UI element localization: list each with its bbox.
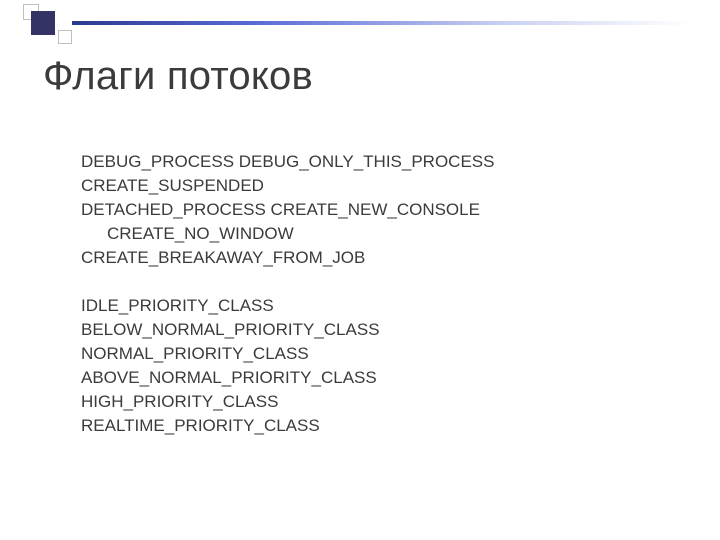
slide: Флаги потоков DEBUG_PROCESS DEBUG_ONLY_T…	[0, 0, 720, 540]
flag-line-continuation: CREATE_NO_WINDOW	[81, 222, 660, 246]
decor-square-filled	[31, 11, 55, 35]
flag-line: NORMAL_PRIORITY_CLASS	[81, 342, 660, 366]
flag-line: DETACHED_PROCESS CREATE_NEW_CONSOLE	[81, 198, 660, 222]
flag-line: IDLE_PRIORITY_CLASS	[81, 294, 660, 318]
flag-line: BELOW_NORMAL_PRIORITY_CLASS	[81, 318, 660, 342]
decor-square-small-bottom	[58, 30, 72, 44]
blank-line	[81, 270, 660, 294]
flag-line: HIGH_PRIORITY_CLASS	[81, 390, 660, 414]
flag-line: CREATE_BREAKAWAY_FROM_JOB	[81, 246, 660, 270]
decor-rule	[72, 21, 690, 25]
flag-line: CREATE_SUSPENDED	[81, 174, 660, 198]
flag-line: ABOVE_NORMAL_PRIORITY_CLASS	[81, 366, 660, 390]
flag-line: DEBUG_PROCESS DEBUG_ONLY_THIS_PROCESS	[81, 150, 660, 174]
flag-line: REALTIME_PRIORITY_CLASS	[81, 414, 660, 438]
slide-title: Флаги потоков	[43, 54, 313, 99]
slide-body: DEBUG_PROCESS DEBUG_ONLY_THIS_PROCESS CR…	[81, 150, 660, 438]
